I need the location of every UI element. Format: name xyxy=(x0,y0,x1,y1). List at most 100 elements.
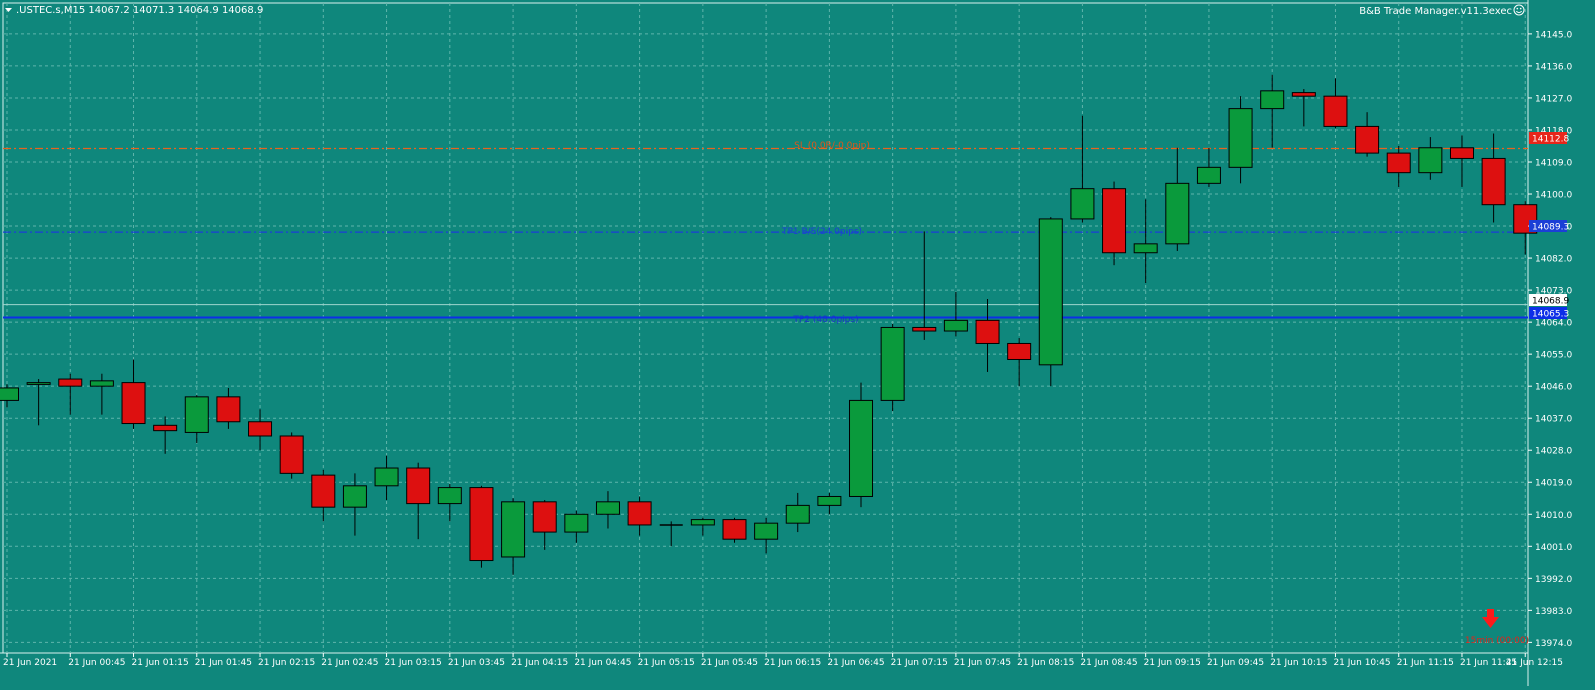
x-tick-label: 21 Jun 2021 xyxy=(3,658,57,668)
symbol-info: .USTEC.s,M15 14067.2 14071.3 14064.9 140… xyxy=(16,5,263,16)
candle xyxy=(469,485,494,568)
candle-body xyxy=(785,504,810,524)
y-tick-label: 14001.0 xyxy=(1535,543,1572,553)
x-tick-label: 21 Jun 09:15 xyxy=(1144,658,1201,668)
y-tick-label: 14028.0 xyxy=(1535,447,1572,457)
y-tick-label: 14064.0 xyxy=(1535,319,1572,329)
y-tick-label: 14019.0 xyxy=(1535,479,1572,489)
candle-body xyxy=(1196,166,1221,184)
candle-body xyxy=(342,485,367,508)
x-tick-label: 21 Jun 08:15 xyxy=(1017,658,1074,668)
y-tick-label: 13983.0 xyxy=(1535,607,1572,617)
candle-body xyxy=(1355,125,1380,154)
x-tick-label: 21 Jun 04:15 xyxy=(511,658,568,668)
x-tick-label: 21 Jun 05:15 xyxy=(638,658,695,668)
candle-body xyxy=(58,378,83,387)
x-tick-label: 21 Jun 03:45 xyxy=(448,658,505,668)
candle-body xyxy=(722,519,747,540)
candle-body xyxy=(501,501,526,558)
candle xyxy=(1102,181,1127,266)
chart-canvas[interactable]: 14145.014136.014127.014118.014109.014100… xyxy=(0,0,1595,686)
x-tick-label: 21 Jun 02:15 xyxy=(258,658,315,668)
y-tick-label: 14136.0 xyxy=(1535,62,1572,72)
candle-body xyxy=(1449,147,1474,159)
candle-body xyxy=(216,396,241,423)
candle-body xyxy=(469,487,494,562)
sl-label: SL (0.0R/-0.0pip) xyxy=(794,141,870,151)
tp2-label: TP2 (48.0pips) xyxy=(792,315,858,325)
candle-body xyxy=(975,319,1000,344)
sl-price-tag: 14112.8 xyxy=(1529,132,1569,145)
candle-body xyxy=(849,399,874,497)
candle xyxy=(849,382,874,508)
x-tick-label: 21 Jun 02:45 xyxy=(321,658,378,668)
y-tick-label: 14145.0 xyxy=(1535,30,1572,40)
candle-body xyxy=(89,380,114,387)
candle-body xyxy=(595,501,620,515)
candle-body xyxy=(1038,218,1063,366)
x-tick-label: 21 Jun 10:45 xyxy=(1333,658,1390,668)
candle-body xyxy=(817,495,842,506)
candle-body xyxy=(1323,95,1348,127)
y-tick-label: 14127.0 xyxy=(1535,94,1572,104)
x-tick-label: 21 Jun 06:15 xyxy=(764,658,821,668)
candle-body xyxy=(248,421,273,437)
x-tick-label: 21 Jun 01:45 xyxy=(195,658,252,668)
tp1-price-tag: 14089.3 xyxy=(1529,220,1569,233)
candle-body xyxy=(1260,90,1285,110)
candle-body xyxy=(153,424,178,432)
y-tick-label: 14046.0 xyxy=(1535,383,1572,393)
candle-body xyxy=(1102,188,1127,254)
symbol-header[interactable]: .USTEC.s,M15 14067.2 14071.3 14064.9 140… xyxy=(5,5,263,16)
candle xyxy=(722,517,747,543)
x-tick-label: 21 Jun 03:15 xyxy=(385,658,442,668)
x-tick-label: 21 Jun 06:45 xyxy=(827,658,884,668)
x-tick-label: 21 Jun 09:45 xyxy=(1207,658,1264,668)
y-tick-label: 14037.0 xyxy=(1535,415,1572,425)
candle-body xyxy=(1165,182,1190,245)
ea-header[interactable]: B&B Trade Manager.v11.3exec xyxy=(1359,4,1525,17)
candle-body xyxy=(532,501,557,533)
candle-body xyxy=(1481,157,1506,206)
candle-body xyxy=(1133,243,1158,254)
y-tick-label: 14082.0 xyxy=(1535,255,1572,265)
x-tick-label: 21 Jun 04:45 xyxy=(574,658,631,668)
candle-body xyxy=(0,387,19,401)
candle-body xyxy=(754,522,779,540)
candle-body xyxy=(690,519,715,526)
bar-timer: 15min (00:00) xyxy=(1465,636,1529,646)
candle-body xyxy=(311,474,336,508)
y-tick-label: 14055.0 xyxy=(1535,351,1572,361)
candle-body xyxy=(121,382,146,425)
candle-body xyxy=(279,435,304,474)
candle xyxy=(279,432,304,479)
candle-body xyxy=(406,467,431,505)
tp2-price-tag: 14065.3 xyxy=(1529,307,1569,320)
candle xyxy=(1038,217,1063,387)
chart-background xyxy=(0,0,1595,686)
candle-body xyxy=(880,326,905,401)
y-tick-label: 13974.0 xyxy=(1535,639,1572,649)
candle-body xyxy=(1418,147,1443,174)
candle-body xyxy=(943,319,968,332)
y-tick-label: 14010.0 xyxy=(1535,511,1572,521)
candle-body xyxy=(1007,342,1032,360)
y-tick-label: 14109.0 xyxy=(1535,158,1572,168)
svg-text:14112.8: 14112.8 xyxy=(1532,135,1569,145)
svg-text:14068.9: 14068.9 xyxy=(1532,297,1569,307)
price-chart[interactable]: 14145.0 14136.0 14127.0 14118.0 14109.0 14100… xyxy=(0,0,1595,686)
candle-body xyxy=(437,487,462,505)
y-tick-label: 13992.0 xyxy=(1535,575,1572,585)
candle-body xyxy=(1070,188,1095,220)
candle-body xyxy=(1386,152,1411,174)
candle-body xyxy=(564,513,589,533)
candle-body xyxy=(1291,92,1316,97)
x-tick-label: 21 Jun 07:45 xyxy=(954,658,1011,668)
x-tick-label: 21 Jun 08:45 xyxy=(1080,658,1137,668)
candle-body xyxy=(912,326,937,332)
svg-text:14065.3: 14065.3 xyxy=(1532,310,1569,320)
x-tick-label: 21 Jun 11:15 xyxy=(1397,658,1454,668)
candle-body xyxy=(374,467,399,487)
x-tick-label: 21 Jun 00:45 xyxy=(68,658,125,668)
tp1-label: TP1 B/E(24.0pips) xyxy=(781,227,862,237)
